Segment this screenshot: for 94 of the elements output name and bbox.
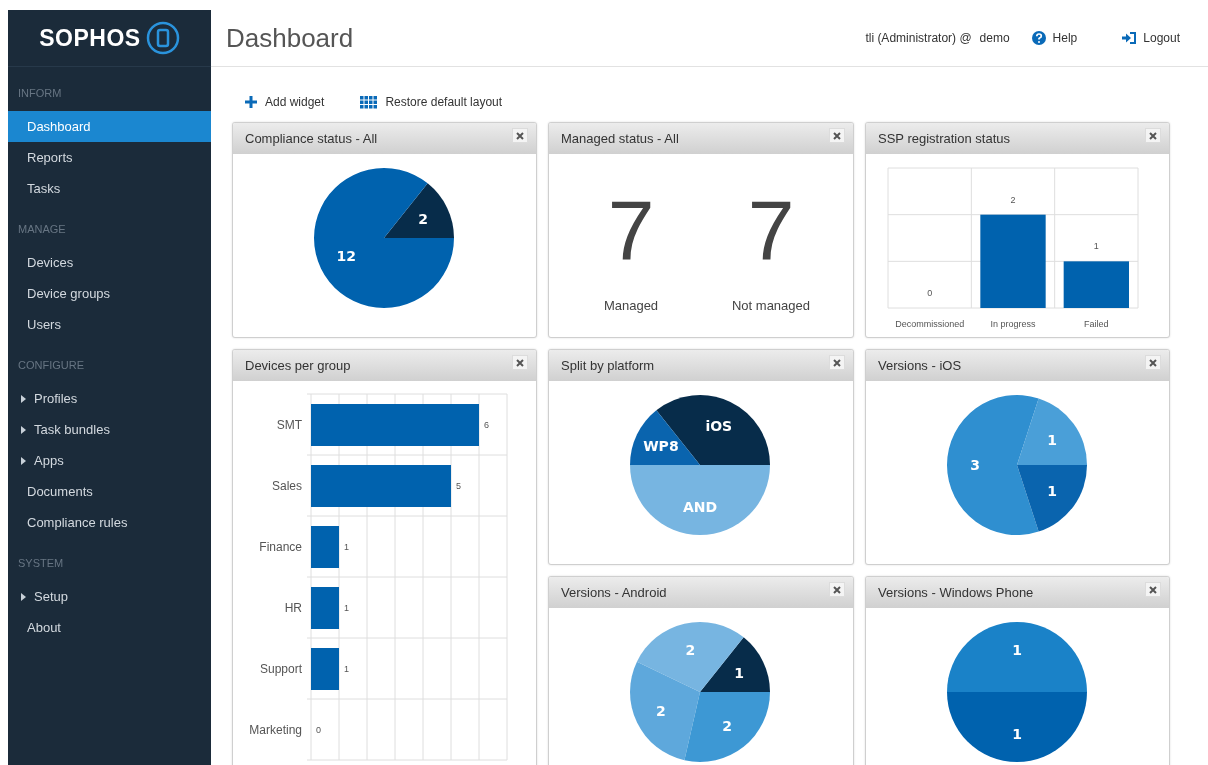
nav-item[interactable]: Devices bbox=[8, 247, 211, 278]
logo-text: SOPHOS bbox=[39, 24, 141, 52]
nav-item[interactable]: Compliance rules bbox=[8, 507, 211, 538]
widget-title: Versions - iOS bbox=[878, 358, 962, 373]
close-icon bbox=[833, 585, 841, 594]
value-label: 2 bbox=[1010, 194, 1016, 205]
category-label: Failed bbox=[1084, 319, 1109, 329]
close-icon bbox=[1149, 358, 1157, 367]
caret-icon bbox=[21, 425, 26, 434]
widget-title: Compliance status - All bbox=[245, 131, 378, 146]
category-label: Support bbox=[259, 662, 302, 676]
widget-title: Managed status - All bbox=[561, 131, 679, 146]
close-button[interactable] bbox=[829, 355, 845, 370]
close-icon bbox=[1149, 585, 1157, 594]
widget-title: Versions - Windows Phone bbox=[878, 585, 1034, 600]
close-button[interactable] bbox=[829, 582, 845, 597]
category-label: Sales bbox=[271, 479, 302, 493]
slice-label: 1 bbox=[1047, 431, 1057, 448]
close-button[interactable] bbox=[1145, 128, 1161, 143]
nav-item[interactable]: Task bundles bbox=[8, 414, 211, 445]
category-label: Finance bbox=[259, 540, 302, 554]
page-title: Dashboard bbox=[226, 22, 354, 54]
slice-label: AND bbox=[682, 499, 718, 515]
grid-icon bbox=[360, 95, 378, 109]
close-icon bbox=[833, 358, 841, 367]
slice-label: WP8 bbox=[643, 438, 679, 455]
nav-item[interactable]: Profiles bbox=[8, 383, 211, 414]
close-icon bbox=[833, 131, 841, 140]
section-heading: CONFIGURE bbox=[17, 358, 85, 373]
caret-icon bbox=[21, 394, 26, 403]
phone-logo-icon bbox=[145, 21, 180, 55]
count-label: Managed bbox=[603, 298, 659, 313]
nav-item[interactable]: Reports bbox=[8, 142, 211, 173]
close-button[interactable] bbox=[512, 355, 528, 370]
add-widget-button[interactable]: Add widget bbox=[245, 95, 325, 109]
nav-item[interactable]: Dashboard bbox=[8, 111, 211, 142]
category-label: Marketing bbox=[249, 723, 302, 737]
slice-label: 1 bbox=[1012, 642, 1022, 658]
close-icon bbox=[516, 358, 524, 367]
value-label: 1 bbox=[1093, 241, 1099, 252]
slice-label: 2 bbox=[722, 717, 732, 734]
slice-label: 2 bbox=[685, 641, 696, 658]
slice-label: 1 bbox=[1047, 482, 1057, 499]
close-button[interactable] bbox=[1145, 582, 1161, 597]
caret-icon bbox=[21, 456, 26, 465]
widget-title: SSP registration status bbox=[878, 131, 1010, 146]
value-label: 0 bbox=[316, 725, 321, 735]
nav-item[interactable]: Tasks bbox=[8, 173, 211, 204]
tenant-label: demo bbox=[979, 31, 1010, 45]
slice-label: 2 bbox=[656, 702, 666, 719]
restore-layout-button[interactable]: Restore default layout bbox=[360, 95, 503, 109]
user-label: tli (Administrator) @ bbox=[865, 31, 972, 45]
help-icon bbox=[1031, 31, 1046, 45]
nav-item[interactable]: About bbox=[8, 612, 211, 643]
logout-link[interactable]: Logout bbox=[1122, 31, 1180, 45]
close-button[interactable] bbox=[1145, 355, 1161, 370]
count-value: 7 bbox=[607, 182, 655, 278]
widget-title: Split by platform bbox=[561, 358, 655, 373]
nav-item[interactable]: Documents bbox=[8, 476, 211, 507]
plus-icon bbox=[245, 96, 257, 108]
widget-title: Devices per group bbox=[245, 358, 351, 373]
value-label: 1 bbox=[344, 542, 349, 552]
close-button[interactable] bbox=[512, 128, 528, 143]
value-label: 6 bbox=[484, 420, 489, 430]
category-label: Decommissioned bbox=[895, 319, 965, 329]
value-label: 5 bbox=[456, 481, 461, 491]
slice-label: iOS bbox=[705, 417, 733, 434]
caret-icon bbox=[21, 592, 26, 601]
count-value: 7 bbox=[747, 182, 795, 278]
nav-item[interactable]: Users bbox=[8, 309, 211, 340]
value-label: 1 bbox=[344, 664, 349, 674]
slice-label: 1 bbox=[1012, 726, 1022, 742]
section-heading: MANAGE bbox=[17, 222, 67, 237]
category-label: In progress bbox=[990, 319, 1036, 329]
slice-label: 2 bbox=[418, 211, 428, 228]
close-button[interactable] bbox=[829, 128, 845, 143]
section-heading: SYSTEM bbox=[17, 556, 65, 571]
slice-label: 12 bbox=[336, 248, 356, 265]
close-icon bbox=[516, 131, 524, 140]
value-label: 0 bbox=[927, 288, 933, 298]
nav-item[interactable]: Apps bbox=[8, 445, 211, 476]
category-label: HR bbox=[284, 601, 302, 615]
value-label: 1 bbox=[344, 603, 349, 613]
close-icon bbox=[1149, 131, 1157, 140]
widget-title: Versions - Android bbox=[561, 585, 667, 600]
slice-label: 3 bbox=[970, 457, 980, 473]
nav-item[interactable]: Device groups bbox=[8, 278, 211, 309]
category-label: SMT bbox=[276, 418, 302, 432]
section-heading: INFORM bbox=[17, 86, 63, 101]
slice-label: 1 bbox=[734, 665, 744, 682]
nav-item[interactable]: Setup bbox=[8, 581, 211, 612]
count-label: Not managed bbox=[731, 298, 811, 313]
logout-icon bbox=[1122, 32, 1137, 44]
help-link[interactable]: Help bbox=[1031, 31, 1078, 45]
